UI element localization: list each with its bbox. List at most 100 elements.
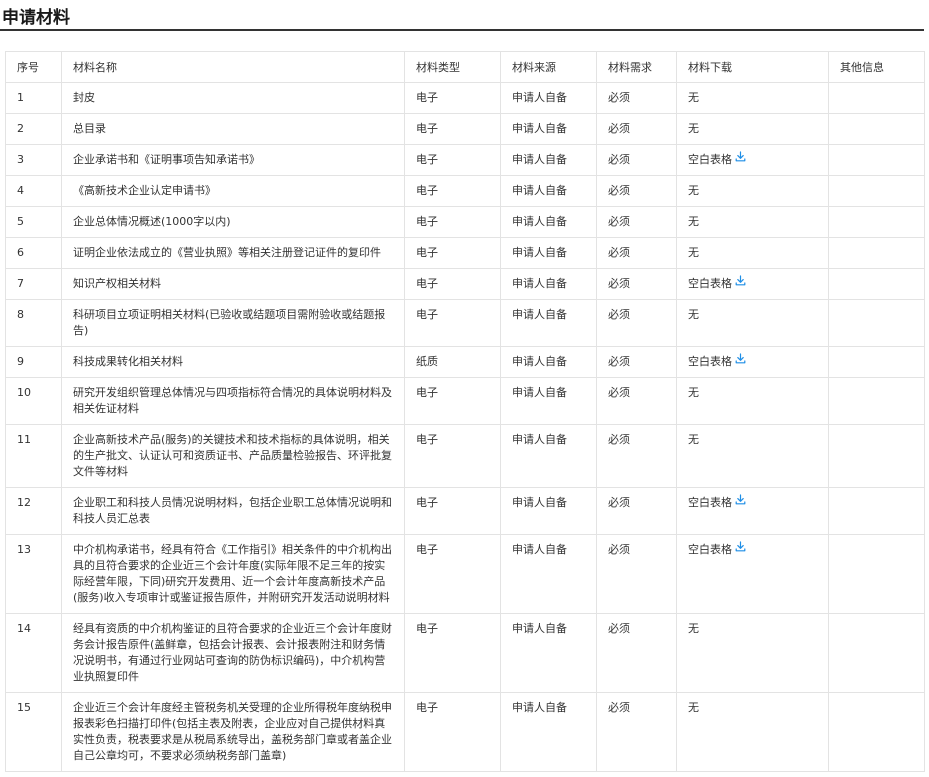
cell-no: 13 (5, 534, 62, 614)
cell-download: 无 (676, 424, 829, 488)
header-col-need: 材料需求 (596, 51, 677, 83)
cell-name: 科研项目立项证明相关材料(已验收或结题项目需附验收或结题报告) (61, 299, 405, 347)
download-icon[interactable] (735, 275, 746, 291)
cell-download: 无 (676, 613, 829, 693)
cell-other (828, 237, 925, 269)
cell-download: 空白表格 (676, 144, 829, 176)
cell-type: 电子 (404, 487, 501, 535)
cell-need: 必须 (596, 175, 677, 207)
cell-other (828, 299, 925, 347)
table-row: 6 证明企业依法成立的《营业执照》等相关注册登记证件的复印件 电子 申请人自备 必须无 (5, 237, 925, 269)
cell-name: 企业近三个会计年度经主管税务机关受理的企业所得税年度纳税申报表彩色扫描打印件(包… (61, 692, 405, 772)
cell-other (828, 487, 925, 535)
cell-no: 15 (5, 692, 62, 772)
cell-download: 空白表格 (676, 534, 829, 614)
cell-no: 6 (5, 237, 62, 269)
download-link[interactable]: 空白表格 (688, 151, 746, 167)
cell-name: 知识产权相关材料 (61, 268, 405, 300)
cell-source: 申请人自备 (500, 692, 597, 772)
cell-name: 企业职工和科技人员情况说明材料，包括企业职工总体情况说明和科技人员汇总表 (61, 487, 405, 535)
cell-source: 申请人自备 (500, 487, 597, 535)
download-icon[interactable] (735, 353, 746, 369)
cell-source: 申请人自备 (500, 175, 597, 207)
cell-other (828, 175, 925, 207)
download-link-label: 空白表格 (688, 543, 732, 556)
cell-type: 电子 (404, 299, 501, 347)
cell-name: 《高新技术企业认定申请书》 (61, 175, 405, 207)
cell-need: 必须 (596, 534, 677, 614)
cell-no: 1 (5, 82, 62, 114)
cell-download: 无 (676, 237, 829, 269)
cell-other (828, 346, 925, 378)
cell-source: 申请人自备 (500, 268, 597, 300)
download-link-label: 空白表格 (688, 496, 732, 509)
cell-other (828, 113, 925, 145)
table-row: 9 科技成果转化相关材料 纸质 申请人自备 必须 空白表格 (5, 346, 925, 378)
cell-no: 8 (5, 299, 62, 347)
cell-name: 中介机构承诺书，经具有符合《工作指引》相关条件的中介机构出具的且符合要求的企业近… (61, 534, 405, 614)
table-row: 10 研究开发组织管理总体情况与四项指标符合情况的具体说明材料及相关佐证材料 电子申… (5, 377, 925, 425)
header-col-type: 材料类型 (404, 51, 501, 83)
cell-source: 申请人自备 (500, 144, 597, 176)
cell-download: 无 (676, 377, 829, 425)
cell-type: 电子 (404, 82, 501, 114)
cell-type: 电子 (404, 175, 501, 207)
cell-type: 电子 (404, 237, 501, 269)
download-icon[interactable] (735, 541, 746, 557)
cell-source: 申请人自备 (500, 424, 597, 488)
section-title: 申请材料 (2, 8, 70, 28)
table-row: 14 经具有资质的中介机构鉴证的且符合要求的企业近三个会计年度财务会计报告原件(盖… (5, 613, 925, 693)
cell-type: 电子 (404, 534, 501, 614)
cell-no: 14 (5, 613, 62, 693)
cell-need: 必须 (596, 487, 677, 535)
cell-no: 2 (5, 113, 62, 145)
cell-no: 7 (5, 268, 62, 300)
cell-download: 无 (676, 113, 829, 145)
download-link[interactable]: 空白表格 (688, 353, 746, 369)
cell-need: 必须 (596, 692, 677, 772)
cell-other (828, 424, 925, 488)
header-col-download: 材料下载 (676, 51, 829, 83)
cell-download: 无 (676, 82, 829, 114)
cell-source: 申请人自备 (500, 299, 597, 347)
download-icon[interactable] (735, 494, 746, 510)
cell-source: 申请人自备 (500, 534, 597, 614)
table-row: 11 企业高新技术产品(服务)的关键技术和技术指标的具体说明，相关的生产批文、认证… (5, 424, 925, 488)
cell-download: 空白表格 (676, 346, 829, 378)
cell-other (828, 268, 925, 300)
header-col-no: 序号 (5, 51, 62, 83)
cell-name: 企业高新技术产品(服务)的关键技术和技术指标的具体说明，相关的生产批文、认证认可… (61, 424, 405, 488)
cell-no: 10 (5, 377, 62, 425)
download-link[interactable]: 空白表格 (688, 541, 746, 557)
download-icon[interactable] (735, 151, 746, 167)
section-header: 申请材料 (0, 0, 924, 31)
download-link[interactable]: 空白表格 (688, 275, 746, 291)
cell-need: 必须 (596, 268, 677, 300)
table-header-row: 序号 材料名称 材料类型 材料来源 材料需求 材料下载 其他信息 (5, 51, 925, 83)
cell-name: 总目录 (61, 113, 405, 145)
table-row: 5 企业总体情况概述(1000字以内) 电子 申请人自备 必须无 (5, 206, 925, 238)
cell-no: 4 (5, 175, 62, 207)
cell-type: 电子 (404, 113, 501, 145)
cell-no: 3 (5, 144, 62, 176)
cell-need: 必须 (596, 237, 677, 269)
cell-type: 电子 (404, 144, 501, 176)
header-col-other: 其他信息 (828, 51, 925, 83)
cell-name: 企业总体情况概述(1000字以内) (61, 206, 405, 238)
table-row: 15 企业近三个会计年度经主管税务机关受理的企业所得税年度纳税申报表彩色扫描打印件… (5, 692, 925, 772)
cell-type: 电子 (404, 424, 501, 488)
cell-need: 必须 (596, 424, 677, 488)
cell-name: 封皮 (61, 82, 405, 114)
table-row: 13 中介机构承诺书，经具有符合《工作指引》相关条件的中介机构出具的且符合要求的企… (5, 534, 925, 614)
cell-name: 经具有资质的中介机构鉴证的且符合要求的企业近三个会计年度财务会计报告原件(盖鲜章… (61, 613, 405, 693)
cell-type: 纸质 (404, 346, 501, 378)
cell-need: 必须 (596, 82, 677, 114)
cell-need: 必须 (596, 113, 677, 145)
download-link[interactable]: 空白表格 (688, 494, 746, 510)
cell-need: 必须 (596, 206, 677, 238)
cell-type: 电子 (404, 268, 501, 300)
cell-source: 申请人自备 (500, 82, 597, 114)
cell-need: 必须 (596, 346, 677, 378)
cell-name: 证明企业依法成立的《营业执照》等相关注册登记证件的复印件 (61, 237, 405, 269)
table-row: 8 科研项目立项证明相关材料(已验收或结题项目需附验收或结题报告) 电子 申请人自备必… (5, 299, 925, 347)
